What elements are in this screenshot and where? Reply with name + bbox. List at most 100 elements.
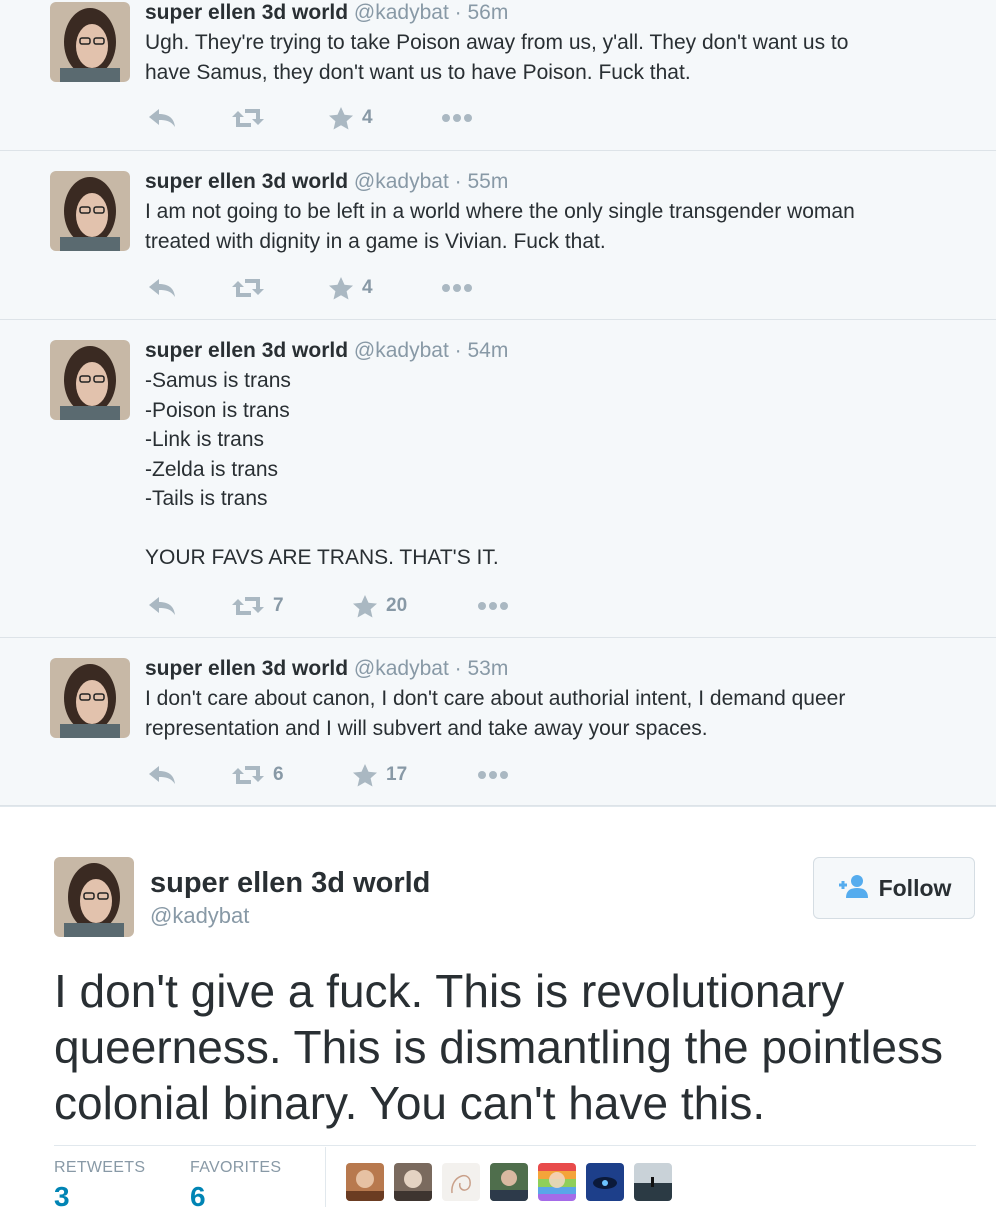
tweet-text-line: I don't give a fuck. This is revolutiona… (54, 965, 845, 1017)
tweet-text: I don't care about canon, I don't care a… (145, 684, 965, 743)
reply-icon (147, 595, 177, 617)
timestamp[interactable]: 53m (467, 657, 508, 680)
reply-button[interactable] (147, 103, 177, 133)
add-person-icon (837, 874, 869, 903)
display-name[interactable]: super ellen 3d world (145, 170, 348, 193)
tweet-actions: 4 (145, 273, 645, 303)
reply-icon (147, 107, 177, 129)
tweet[interactable]: super ellen 3d world @kadybat · 53m I do… (0, 638, 996, 806)
favorite-count: 4 (362, 277, 373, 298)
tweet[interactable]: super ellen 3d world @kadybat · 55m I am… (0, 151, 996, 320)
favoriter-avatar[interactable] (394, 1163, 432, 1201)
tweet-text-line: -Samus is trans (145, 369, 291, 392)
tweet-text-line: Ugh. They're trying to take Poison away … (145, 31, 849, 54)
retweet-icon (231, 595, 265, 617)
retweet-icon (231, 277, 265, 299)
follow-button[interactable]: Follow (813, 857, 975, 919)
star-icon (328, 106, 354, 130)
timestamp[interactable]: 55m (467, 170, 508, 193)
more-icon (441, 113, 473, 123)
tweet-text-line: representation and I will subvert and ta… (145, 716, 708, 740)
retweet-button[interactable]: 6 (231, 760, 284, 790)
avatar[interactable] (50, 171, 130, 251)
separator-dot: · (454, 657, 462, 680)
tweet-text-line: colonial binary. You can't have this. (54, 1077, 766, 1129)
retweet-count: 7 (273, 595, 284, 616)
favorites-count[interactable]: 6 (190, 1181, 206, 1213)
more-icon (441, 283, 473, 293)
tweet-text-line: treated with dignity in a game is Vivian… (145, 229, 606, 253)
reply-icon (147, 277, 177, 299)
user-handle[interactable]: @kadybat (354, 170, 449, 193)
tweet-header: super ellen 3d world @kadybat · 53m (145, 656, 508, 682)
retweet-button[interactable] (231, 103, 273, 133)
more-button[interactable] (477, 591, 509, 621)
display-name[interactable]: super ellen 3d world (145, 339, 348, 362)
favorite-count: 17 (386, 764, 408, 785)
tweet-text-line: I don't care about canon, I don't care a… (145, 687, 846, 710)
reply-button[interactable] (147, 591, 177, 621)
favoriter-avatar[interactable] (490, 1163, 528, 1201)
tweet-text-line: I am not going to be left in a world whe… (145, 200, 855, 223)
tweet-text-line: -Zelda is trans (145, 457, 279, 481)
user-handle[interactable]: @kadybat (354, 657, 449, 680)
retweets-label: RETWEETS (54, 1159, 146, 1176)
retweet-button[interactable]: 7 (231, 591, 284, 621)
avatar[interactable] (50, 658, 130, 738)
favoriter-avatar[interactable] (634, 1163, 672, 1201)
follow-button-label: Follow (878, 874, 952, 901)
tweet-text-line: -Link is trans (145, 428, 265, 451)
tweet-detail: super ellen 3d world @kadybat Follow I d… (0, 806, 996, 1212)
display-name[interactable]: super ellen 3d world (145, 657, 348, 680)
divider (54, 1145, 976, 1146)
reply-icon (147, 764, 177, 786)
tweet-text: -Samus is trans -Poison is trans -Link i… (145, 366, 965, 573)
user-handle[interactable]: @kadybat (354, 1, 449, 24)
tweet-text-line: -Poison is trans (145, 398, 290, 422)
more-icon (477, 770, 509, 780)
avatar[interactable] (50, 340, 130, 420)
favoriter-avatar[interactable] (586, 1163, 624, 1201)
star-icon (352, 763, 378, 787)
reply-button[interactable] (147, 760, 177, 790)
favorite-button[interactable]: 4 (328, 103, 373, 133)
favoriter-avatar[interactable] (442, 1163, 480, 1201)
favorite-count: 4 (362, 107, 373, 128)
timestamp[interactable]: 56m (467, 1, 508, 24)
retweet-button[interactable] (231, 273, 273, 303)
avatar[interactable] (50, 2, 130, 82)
more-button[interactable] (441, 273, 473, 303)
favoriter-avatar[interactable] (538, 1163, 576, 1201)
separator-dot: · (454, 170, 462, 193)
reply-button[interactable] (147, 273, 177, 303)
tweet-text-line: have Samus, they don't want us to have P… (145, 60, 691, 84)
favorites-label: FAVORITES (190, 1159, 282, 1176)
display-name[interactable]: super ellen 3d world (150, 867, 430, 900)
favorite-button[interactable]: 4 (328, 273, 373, 303)
tweet-text-line (145, 514, 965, 544)
user-handle[interactable]: @kadybat (150, 903, 249, 929)
retweet-count: 6 (273, 764, 284, 785)
retweets-count[interactable]: 3 (54, 1181, 70, 1213)
tweet-header: super ellen 3d world @kadybat · 56m (145, 0, 508, 26)
tweet-text: I don't give a fuck. This is revolutiona… (54, 963, 974, 1131)
tweet-text-line: YOUR FAVS ARE TRANS. THAT'S IT. (145, 546, 499, 569)
favorite-button[interactable]: 20 (352, 591, 407, 621)
retweet-icon (231, 107, 265, 129)
separator-dot: · (454, 1, 462, 24)
display-name[interactable]: super ellen 3d world (145, 1, 348, 24)
favorite-button[interactable]: 17 (352, 760, 407, 790)
favoriter-avatar[interactable] (346, 1163, 384, 1201)
user-handle[interactable]: @kadybat (354, 339, 449, 362)
retweet-icon (231, 764, 265, 786)
tweet[interactable]: super ellen 3d world @kadybat · 56m Ugh.… (0, 0, 996, 151)
more-button[interactable] (441, 103, 473, 133)
tweet-text: I am not going to be left in a world whe… (145, 197, 965, 256)
separator-dot: · (454, 339, 462, 362)
timestamp[interactable]: 54m (467, 339, 508, 362)
divider (325, 1147, 326, 1207)
avatar[interactable] (54, 857, 134, 937)
more-button[interactable] (477, 760, 509, 790)
tweet[interactable]: super ellen 3d world @kadybat · 54m -Sam… (0, 320, 996, 638)
tweet-text: Ugh. They're trying to take Poison away … (145, 28, 965, 87)
